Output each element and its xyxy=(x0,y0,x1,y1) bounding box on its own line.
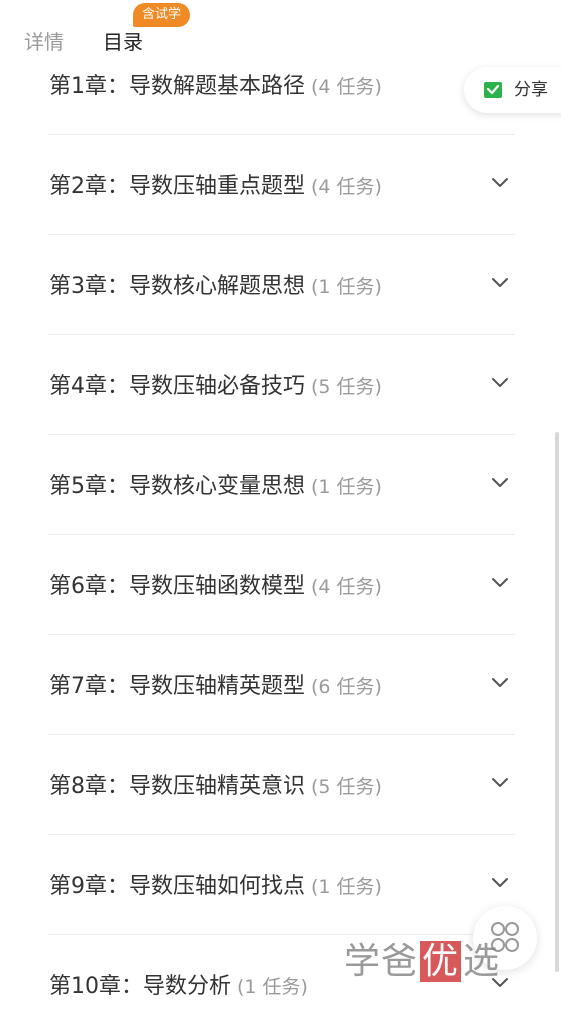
chevron-down-icon[interactable] xyxy=(491,876,509,890)
chevron-down-icon[interactable] xyxy=(491,576,509,590)
chapter-title: 第5章：导数核心变量思想 (1 任务) xyxy=(49,473,382,501)
chapter-title-text: 第2章：导数压轴重点题型 xyxy=(49,174,305,199)
chapter-item[interactable]: 第9章：导数压轴如何找点 (1 任务) xyxy=(48,835,515,935)
watermark: 学爸优选 xyxy=(344,938,500,986)
chapter-title-text: 第4章：导数压轴必备技巧 xyxy=(49,374,305,399)
chapter-task-count: (1 任务) xyxy=(311,876,382,898)
trial-badge: 含试学 xyxy=(133,3,191,27)
chapter-item[interactable]: 第5章：导数核心变量思想 (1 任务) xyxy=(48,435,515,535)
chapter-item[interactable]: 第7章：导数压轴精英题型 (6 任务) xyxy=(48,635,515,735)
chapter-title: 第7章：导数压轴精英题型 (6 任务) xyxy=(49,673,382,701)
share-label: 分享 xyxy=(514,80,548,100)
chapter-title-text: 第9章：导数压轴如何找点 xyxy=(49,874,305,899)
watermark-text-3: 选 xyxy=(463,941,501,982)
share-icon xyxy=(484,82,502,98)
chapter-title: 第4章：导数压轴必备技巧 (5 任务) xyxy=(49,373,382,401)
chapter-task-count: (5 任务) xyxy=(311,776,382,798)
chapter-title-text: 第7章：导数压轴精英题型 xyxy=(49,674,305,699)
chapter-task-count: (1 任务) xyxy=(237,976,308,998)
chapter-item[interactable]: 第2章：导数压轴重点题型 (4 任务) xyxy=(48,135,515,235)
watermark-text-2: 优 xyxy=(420,941,462,982)
chevron-down-icon[interactable] xyxy=(491,676,509,690)
chapter-title-text: 第6章：导数压轴函数模型 xyxy=(49,574,305,599)
scrollbar[interactable] xyxy=(555,432,559,972)
chapter-title: 第3章：导数核心解题思想 (1 任务) xyxy=(49,273,382,301)
chapter-task-count: (4 任务) xyxy=(311,576,382,598)
chapter-title: 第6章：导数压轴函数模型 (4 任务) xyxy=(49,573,382,601)
chapter-item[interactable]: 第3章：导数核心解题思想 (1 任务) xyxy=(48,235,515,335)
chapter-task-count: (6 任务) xyxy=(311,676,382,698)
chapter-task-count: (1 任务) xyxy=(311,476,382,498)
chapter-task-count: (4 任务) xyxy=(311,76,382,98)
chapter-title-text: 第8章：导数压轴精英意识 xyxy=(49,774,305,799)
chevron-down-icon[interactable] xyxy=(491,476,509,490)
watermark-text-1: 学爸 xyxy=(344,941,419,982)
chapter-item[interactable]: 第4章：导数压轴必备技巧 (5 任务) xyxy=(48,335,515,435)
chevron-down-icon[interactable] xyxy=(491,376,509,390)
chapter-title-text: 第3章：导数核心解题思想 xyxy=(49,274,305,299)
course-catalog-page: 详情 目录 含试学 第1章：导数解题基本路径 (4 任务) 第2章：导数压轴重点题型… xyxy=(0,0,561,1024)
chapter-title: 第1章：导数解题基本路径 (4 任务) xyxy=(49,73,382,101)
chapter-title-text: 第5章：导数核心变量思想 xyxy=(49,474,305,499)
chapter-title: 第2章：导数压轴重点题型 (4 任务) xyxy=(49,173,382,201)
chapter-title: 第10章：导数分析 (1 任务) xyxy=(49,973,308,1001)
chapter-task-count: (1 任务) xyxy=(311,276,382,298)
chapter-title: 第8章：导数压轴精英意识 (5 任务) xyxy=(49,773,382,801)
chevron-down-icon[interactable] xyxy=(491,176,509,190)
chapter-title: 第9章：导数压轴如何找点 (1 任务) xyxy=(49,873,382,901)
share-button[interactable]: 分享 xyxy=(464,67,561,113)
chapter-title-text: 第10章：导数分析 xyxy=(49,974,231,999)
chapter-task-count: (4 任务) xyxy=(311,176,382,198)
chevron-down-icon[interactable] xyxy=(491,776,509,790)
chapter-item[interactable]: 第1章：导数解题基本路径 (4 任务) xyxy=(48,35,515,135)
chapter-item[interactable]: 第8章：导数压轴精英意识 (5 任务) xyxy=(48,735,515,835)
chapter-item[interactable]: 第6章：导数压轴函数模型 (4 任务) xyxy=(48,535,515,635)
chapter-title-text: 第1章：导数解题基本路径 xyxy=(49,74,305,99)
chapter-task-count: (5 任务) xyxy=(311,376,382,398)
chapter-list: 第1章：导数解题基本路径 (4 任务) 第2章：导数压轴重点题型 (4 任务) 第3章：… xyxy=(48,35,515,1024)
chevron-down-icon[interactable] xyxy=(491,276,509,290)
